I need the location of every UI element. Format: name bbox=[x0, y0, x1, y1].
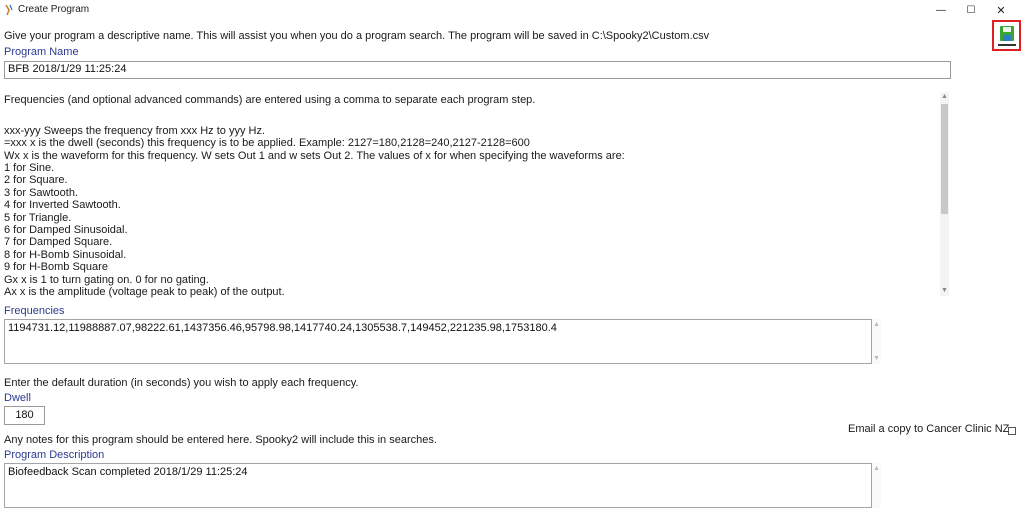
description-input[interactable]: Biofeedback Scan completed 2018/1/29 11:… bbox=[4, 463, 872, 508]
description-label: Program Description bbox=[4, 449, 105, 461]
help-line: Gx x is 1 to turn gating on. 0 for no ga… bbox=[4, 273, 209, 286]
minimize-button[interactable]: — bbox=[926, 0, 956, 20]
close-icon: ✕ bbox=[996, 4, 1006, 17]
frequencies-input[interactable]: 1194731.12,11988887.07,98222.61,1437356.… bbox=[4, 319, 872, 364]
window-title: Create Program bbox=[18, 4, 90, 15]
frequencies-label: Frequencies bbox=[4, 305, 65, 317]
save-button[interactable] bbox=[992, 20, 1021, 51]
scroll-up-icon[interactable]: ▲ bbox=[872, 464, 881, 473]
help-line: 7 for Damped Square. bbox=[4, 236, 113, 249]
scroll-down-icon[interactable]: ▼ bbox=[940, 286, 949, 295]
help-line: Ax x is the amplitude (voltage peak to p… bbox=[4, 286, 285, 298]
scroll-down-icon[interactable]: ▼ bbox=[872, 354, 881, 363]
description-scrollbar[interactable]: ▲ bbox=[872, 463, 881, 508]
scroll-up-icon[interactable]: ▲ bbox=[872, 320, 881, 329]
help-line: 1 for Sine. bbox=[4, 162, 55, 174]
program-name-input[interactable]: BFB 2018/1/29 11:25:24 bbox=[4, 61, 951, 79]
email-copy-label: Email a copy to Cancer Clinic NZ bbox=[848, 423, 1010, 435]
save-icon bbox=[997, 25, 1016, 46]
help-line: xxx-yyy Sweeps the frequency from xxx Hz… bbox=[4, 124, 266, 137]
help-line: 8 for H-Bomb Sinusoidal. bbox=[4, 248, 127, 261]
dwell-label: Dwell bbox=[4, 392, 31, 404]
help-text-area: Frequencies (and optional advanced comma… bbox=[0, 88, 940, 298]
frequencies-scrollbar[interactable]: ▲ ▼ bbox=[872, 319, 881, 364]
title-bar: Create Program — ☐ ✕ bbox=[0, 0, 1024, 20]
scroll-thumb[interactable] bbox=[941, 104, 948, 214]
help-line: Wx x is the waveform for this frequency.… bbox=[4, 149, 625, 162]
dwell-instruction: Enter the default duration (in seconds) … bbox=[4, 377, 359, 389]
help-line: 2 for Square. bbox=[4, 174, 68, 187]
notes-instruction: Any notes for this program should be ent… bbox=[4, 434, 437, 446]
scroll-up-icon[interactable]: ▲ bbox=[940, 92, 949, 101]
help-line: =xxx x is the dwell (seconds) this frequ… bbox=[4, 137, 530, 150]
app-icon bbox=[5, 4, 13, 16]
intro-text: Give your program a descriptive name. Th… bbox=[4, 30, 710, 42]
help-line: 4 for Inverted Sawtooth. bbox=[4, 199, 121, 212]
help-line: 5 for Triangle. bbox=[4, 211, 72, 224]
help-line: 3 for Sawtooth. bbox=[4, 186, 78, 199]
help-line: 6 for Damped Sinusoidal. bbox=[4, 224, 128, 236]
dwell-input[interactable]: 180 bbox=[4, 406, 45, 425]
help-line: Frequencies (and optional advanced comma… bbox=[4, 94, 536, 106]
help-line: 9 for H-Bomb Square bbox=[4, 261, 108, 274]
help-scrollbar[interactable]: ▲ ▼ bbox=[940, 92, 949, 296]
maximize-icon: ☐ bbox=[966, 4, 976, 16]
minimize-icon: — bbox=[936, 4, 946, 16]
close-button[interactable]: ✕ bbox=[986, 0, 1016, 20]
program-name-label: Program Name bbox=[4, 46, 79, 58]
email-copy-checkbox[interactable] bbox=[1008, 427, 1016, 435]
maximize-button[interactable]: ☐ bbox=[956, 0, 986, 20]
